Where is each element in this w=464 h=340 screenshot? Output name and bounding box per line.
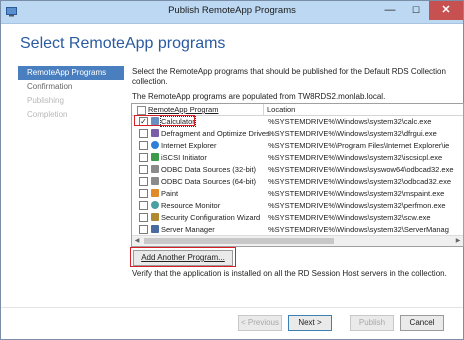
minimize-button[interactable]: — <box>377 1 403 20</box>
program-location: %SYSTEMDRIVE%\Windows\system32\dfrgui.ex… <box>268 129 437 138</box>
program-name: Server Manager <box>161 225 215 234</box>
ie-icon <box>151 141 159 149</box>
program-name: ODBC Data Sources (64-bit) <box>161 177 257 186</box>
maximize-button[interactable]: ☐ <box>403 1 429 20</box>
column-header-program[interactable]: RemoteApp Program <box>148 105 218 114</box>
program-row[interactable]: Paint %SYSTEMDRIVE%\Windows\system32\mspa… <box>132 188 463 199</box>
add-program-highlight-box <box>130 247 236 267</box>
program-row[interactable]: Internet Explorer %SYSTEMDRIVE%\Program F… <box>132 140 463 151</box>
cancel-button[interactable]: Cancel <box>400 315 444 331</box>
program-name: iSCSI Initiator <box>161 153 207 162</box>
program-location: %SYSTEMDRIVE%\Windows\system32\iscsicpl.… <box>268 153 443 162</box>
defrag-icon <box>151 129 159 137</box>
description-text: Select the RemoteApp programs that shoul… <box>132 67 446 86</box>
program-checkbox[interactable] <box>139 177 148 186</box>
verify-note: Verify that the application is installed… <box>132 269 447 278</box>
program-name: Defragment and Optimize Drives <box>161 129 270 138</box>
security-icon <box>151 213 159 221</box>
program-location: %SYSTEMDRIVE%\Windows\system32\scw.exe <box>268 213 431 222</box>
program-row[interactable]: ODBC Data Sources (64-bit) %SYSTEMDRIVE%\… <box>132 176 463 187</box>
title-bar[interactable]: Publish RemoteApp Programs — ☐ ✕ <box>1 1 463 24</box>
program-row[interactable]: iSCSI Initiator %SYSTEMDRIVE%\Windows\sys… <box>132 152 463 163</box>
program-name: Internet Explorer <box>161 141 217 150</box>
program-row[interactable]: ODBC Data Sources (32-bit) %SYSTEMDRIVE%\… <box>132 164 463 175</box>
odbc-icon <box>151 177 159 185</box>
program-location: %SYSTEMDRIVE%\Windows\syswow64\odbcad32.… <box>268 165 454 174</box>
scroll-left-icon[interactable]: ◀ <box>132 236 142 246</box>
close-button[interactable]: ✕ <box>429 1 463 20</box>
program-checkbox[interactable] <box>139 153 148 162</box>
program-checkbox[interactable] <box>139 165 148 174</box>
program-row[interactable]: Server Manager %SYSTEMDRIVE%\Windows\syst… <box>132 224 463 235</box>
program-checkbox[interactable] <box>139 201 148 210</box>
program-row[interactable]: Security Configuration Wizard %SYSTEMDRIV… <box>132 212 463 223</box>
server-manager-icon <box>151 225 159 233</box>
program-row[interactable]: Defragment and Optimize Drives %SYSTEMDRI… <box>132 128 463 139</box>
step-remoteapp-programs[interactable]: RemoteApp Programs <box>18 66 124 80</box>
program-row[interactable]: Resource Monitor %SYSTEMDRIVE%\Windows\sy… <box>132 200 463 211</box>
scrollbar-thumb[interactable] <box>144 238 334 244</box>
program-name: Resource Monitor <box>161 201 221 210</box>
program-name: ODBC Data Sources (32-bit) <box>161 165 257 174</box>
program-checkbox[interactable] <box>139 225 148 234</box>
publish-button[interactable]: Publish <box>350 315 394 331</box>
previous-button[interactable]: < Previous <box>238 315 282 331</box>
scroll-right-icon[interactable]: ▶ <box>453 236 463 246</box>
next-button[interactable]: Next > <box>288 315 332 331</box>
program-checkbox[interactable] <box>139 189 148 198</box>
column-header-location[interactable]: Location <box>267 105 295 114</box>
populated-from-text: The RemoteApp programs are populated fro… <box>132 92 386 101</box>
program-name: Paint <box>161 189 179 198</box>
page-heading: Select RemoteApp programs <box>20 35 226 52</box>
footer-divider <box>1 307 463 308</box>
step-completion: Completion <box>27 110 68 119</box>
publish-remoteapp-window: Publish RemoteApp Programs — ☐ ✕ Select … <box>0 0 464 340</box>
select-all-checkbox[interactable] <box>137 106 146 115</box>
column-divider[interactable] <box>263 104 264 115</box>
resmon-icon <box>151 201 159 209</box>
step-publishing: Publishing <box>27 96 64 105</box>
program-location: %SYSTEMDRIVE%\Windows\system32\mspaint.e… <box>268 189 445 198</box>
program-location: %SYSTEMDRIVE%\Windows\system32\ServerMan… <box>268 225 449 234</box>
program-location: %SYSTEMDRIVE%\Windows\system32\calc.exe <box>268 117 432 126</box>
iscsi-icon <box>151 153 159 161</box>
program-location: %SYSTEMDRIVE%\Program Files\Internet Exp… <box>268 141 450 150</box>
program-location: %SYSTEMDRIVE%\Windows\system32\perfmon.e… <box>268 201 446 210</box>
paint-icon <box>151 189 159 197</box>
program-checkbox[interactable] <box>139 141 148 150</box>
program-location: %SYSTEMDRIVE%\Windows\system32\odbcad32.… <box>268 177 451 186</box>
step-confirmation[interactable]: Confirmation <box>18 80 124 94</box>
program-name: Security Configuration Wizard <box>161 213 261 222</box>
program-checkbox[interactable] <box>139 129 148 138</box>
horizontal-scrollbar[interactable]: ◀ ▶ <box>132 235 463 246</box>
odbc-icon <box>151 165 159 173</box>
program-checkbox[interactable] <box>139 213 148 222</box>
wizard-steps: RemoteApp Programs Confirmation Publishi… <box>18 66 124 122</box>
calculator-highlight-box <box>134 115 195 126</box>
